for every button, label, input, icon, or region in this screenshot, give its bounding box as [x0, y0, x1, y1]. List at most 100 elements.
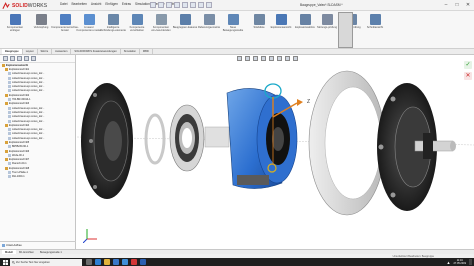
ribbon-button[interactable]: Komponente verschieben — [124, 14, 150, 32]
tree-item-label: cutted-hausi-ayc-coreo_dor... — [12, 115, 45, 119]
command-tab[interactable]: Baugruppe — [2, 49, 23, 54]
command-tab[interactable]: Simulation — [121, 49, 140, 54]
part-icon — [8, 72, 11, 76]
mail-icon[interactable] — [113, 259, 119, 265]
solidworks-icon[interactable] — [131, 259, 137, 265]
tree-item-label: Explosionsschritt5 — [9, 140, 30, 144]
print-icon[interactable] — [174, 2, 180, 8]
ribbon-button-label: Linearer Komponenten-muster — [76, 26, 102, 32]
network-icon[interactable]: ▲ — [447, 260, 451, 265]
undo-icon[interactable] — [182, 2, 188, 8]
menu-item[interactable]: Datei — [60, 2, 67, 6]
maximize-button[interactable]: □ — [453, 1, 461, 9]
ribbon-button[interactable]: Komponenten einfügen — [2, 14, 28, 32]
taskbar-search-box[interactable]: Zur Suche Text hier eingeben — [10, 258, 82, 266]
solidworks-logo[interactable]: SOLIDWORKS — [2, 1, 47, 10]
menu-item[interactable]: Bearbeiten — [71, 2, 86, 6]
exploded-assembly-model[interactable]: Z — [77, 55, 474, 249]
folder-icon — [5, 149, 8, 153]
ribbon-tool-icon — [321, 14, 333, 25]
part-icon — [8, 76, 11, 80]
command-tab[interactable]: SOLIDWORKS Zusatzanwendungen — [71, 49, 121, 54]
ribbon-tool-icon — [299, 14, 311, 25]
word-icon[interactable] — [140, 259, 146, 265]
part-icon — [8, 171, 11, 175]
save-icon[interactable] — [166, 2, 172, 8]
left-flange-part[interactable] — [81, 83, 133, 199]
start-button[interactable] — [0, 258, 10, 266]
show-desktop-button[interactable] — [469, 259, 472, 265]
ribbon-button[interactable]: Neue Bewegungsstudie — [220, 14, 246, 32]
feature-tree-icon[interactable] — [3, 56, 8, 61]
part-icon — [8, 110, 11, 114]
store-icon[interactable] — [122, 259, 128, 265]
command-tab[interactable]: Skizze — [38, 49, 53, 54]
edge-icon[interactable] — [95, 259, 101, 265]
menu-item[interactable]: Extras — [122, 2, 131, 6]
ribbon-button-label: Komponentenvorschau-fenster — [51, 26, 79, 32]
folder-icon — [5, 67, 8, 71]
open-icon[interactable] — [158, 2, 164, 8]
ribbon-button[interactable]: Komponentenvorschau-fenster — [51, 14, 79, 32]
property-manager-icon[interactable] — [10, 56, 15, 61]
menu-item[interactable]: Simulation — [135, 2, 150, 6]
axis-label: Z — [307, 99, 310, 105]
ribbon-tool-icon — [131, 14, 143, 25]
tree-item-label: cutted-hausi-ayc-coreo_dor... — [12, 80, 45, 84]
display-manager-icon[interactable] — [31, 56, 36, 61]
command-tab[interactable]: Layout — [23, 49, 38, 54]
ribbon-tool-icon — [253, 14, 265, 25]
spacer-part[interactable] — [204, 126, 230, 148]
folder-icon — [5, 123, 8, 127]
explorer-icon[interactable] — [104, 259, 110, 265]
options-icon[interactable] — [206, 2, 212, 8]
configuration-icon[interactable] — [17, 56, 22, 61]
ribbon-button-label: Explosionsskizze — [295, 26, 315, 29]
ribbon-button-label: Komponente verschieben — [129, 26, 145, 32]
folder-icon — [5, 102, 8, 106]
tree-item-label: Flkt-1000-1 — [12, 175, 25, 179]
blue-housing-part[interactable] — [226, 88, 298, 189]
quick-access-toolbar — [150, 2, 212, 8]
cancel-x-icon[interactable]: ✕ — [464, 72, 472, 80]
ribbon-button[interactable]: Explosionsansicht — [268, 14, 294, 29]
menu-item[interactable]: Einfügen — [105, 2, 118, 6]
ribbon-button[interactable]: Intelligente Verbindungs-elemente — [100, 14, 126, 32]
command-tab[interactable]: Auswerten — [52, 49, 72, 54]
ribbon-button[interactable]: Schnittansicht — [362, 14, 388, 29]
ribbon-button[interactable]: Linearer Komponenten-muster — [76, 14, 102, 32]
dimxpert-icon[interactable] — [24, 56, 29, 61]
rebuild-icon[interactable] — [198, 2, 204, 8]
graphics-area[interactable]: Z ✓ ✕ — [77, 55, 474, 249]
ribbon-button-label: Komponenten ein-/aus-blenden — [151, 26, 171, 32]
tree-item-label: BR55230-90-1 — [12, 145, 29, 149]
tree-item-label: Trenn-Platte-1 — [12, 171, 28, 175]
tree-item[interactable]: Flkt-1000-1 — [0, 175, 75, 179]
explode-view-active-highlight — [338, 12, 353, 48]
ribbon-button-label: Neue Bewegungsstudie — [222, 26, 244, 32]
close-button[interactable]: ✕ — [464, 1, 472, 9]
ribbon-button[interactable]: Verknüpfung — [28, 14, 54, 29]
minimize-button[interactable]: – — [442, 1, 450, 9]
new-icon[interactable] — [150, 2, 156, 8]
menu-item[interactable]: Ansicht — [91, 2, 101, 6]
ribbon-button[interactable]: Baugruppen-features — [172, 14, 198, 29]
feature-tree: Explosionsschritt1 cutted-hausi-ayc-coreo… — [0, 67, 75, 179]
command-tab[interactable]: MBD — [140, 49, 153, 54]
ribbon-button[interactable]: Störungs-prüfung — [314, 14, 340, 29]
clock[interactable]: 11:16 27.05.2019 — [453, 259, 466, 265]
taskview-icon[interactable] — [86, 259, 92, 265]
bearing-part[interactable] — [169, 104, 205, 172]
ribbon-button[interactable]: Referenzgeometrie — [196, 14, 222, 29]
select-icon[interactable] — [190, 2, 196, 8]
part-icon — [8, 162, 11, 166]
ribbon-button[interactable]: Komponenten ein-/aus-blenden — [148, 14, 174, 32]
ribbon-tool-icon — [107, 14, 119, 25]
confirm-check-icon[interactable]: ✓ — [464, 61, 472, 69]
tree-item-label: cutted-hausi-ayc-coreo_dor... — [12, 85, 45, 89]
ribbon-button-label: Komponenten einfügen — [6, 26, 24, 32]
cover-ring-part[interactable] — [308, 70, 386, 216]
o-ring-part[interactable] — [144, 113, 166, 165]
ribbon-tool-icon — [155, 14, 167, 25]
ribbon-button-label: Schnittansicht — [366, 26, 384, 29]
